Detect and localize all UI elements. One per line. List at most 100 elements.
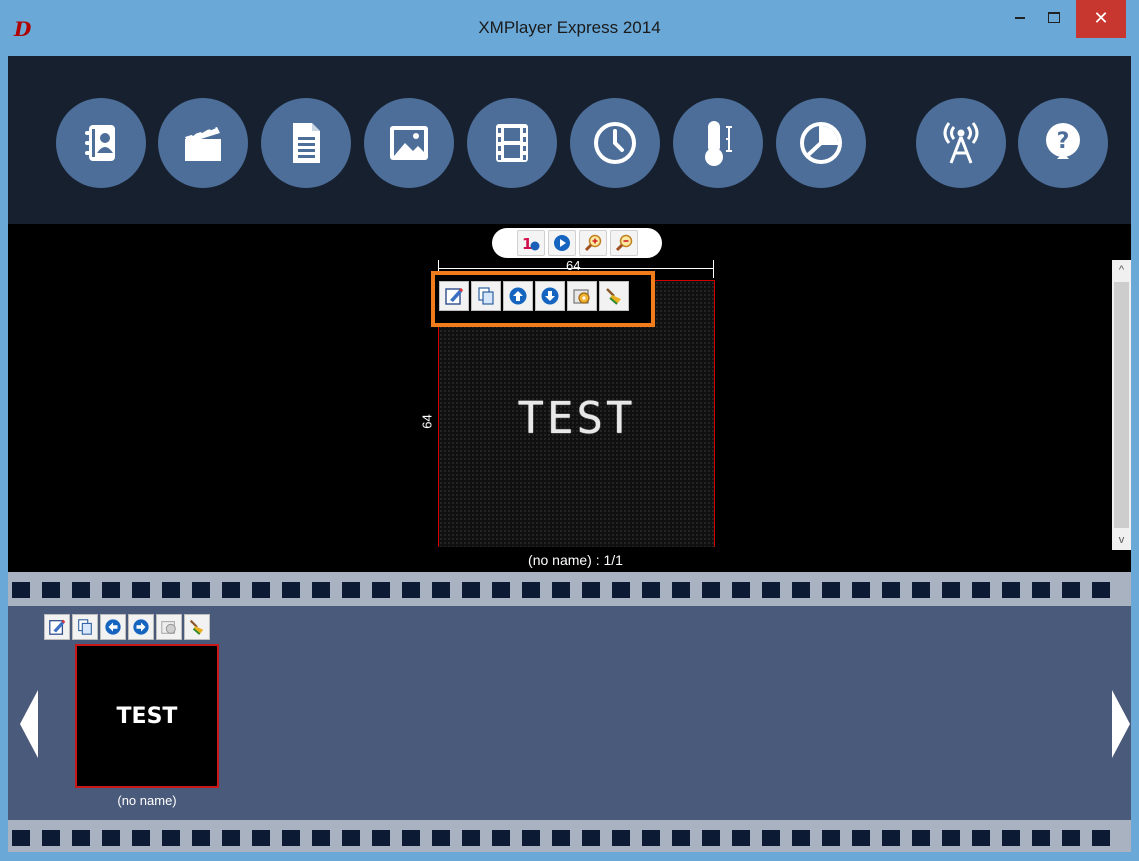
play-icon [553,235,570,251]
text-document-button[interactable] [261,98,351,188]
sprocket-strip-top [8,572,1131,606]
canvas-text[interactable]: TEST [439,393,714,444]
scroll-right-arrow-icon[interactable] [1112,690,1130,758]
main-toolbar: ? [8,56,1131,224]
clapperboard-icon [185,125,221,161]
sprocket-hole [312,582,330,598]
sprocket-hole [732,582,750,598]
sprocket-hole [702,830,720,846]
sprocket-hole [822,582,840,598]
sprocket-hole [642,582,660,598]
sprocket-hole [912,830,930,846]
frame-toolbar [439,281,629,311]
chart-button[interactable] [776,98,866,188]
sprocket-hole [372,830,390,846]
move-right-button[interactable] [128,614,154,640]
temperature-button[interactable] [673,98,763,188]
sprocket-hole [522,582,540,598]
zoom-out-button[interactable] [609,230,638,256]
sprocket-hole [1032,582,1050,598]
video-clip-button[interactable] [158,98,248,188]
sprocket-hole [1062,582,1080,598]
edit-button[interactable] [439,281,469,311]
editor-panel: 1 64 64 TEST (no name): 1/1 ^ v [8,224,1131,572]
sprocket-hole [612,830,630,846]
sprocket-hole [582,830,600,846]
sprocket-hole [102,582,120,598]
frame-thumbnail[interactable]: TEST [75,644,219,788]
ruler-tick-right [713,260,714,278]
thermometer-icon [705,121,732,166]
broadcast-antenna-icon [943,122,979,164]
thumb-properties-button[interactable] [156,614,182,640]
sprocket-hole [552,830,570,846]
thumb-clear-button[interactable] [184,614,210,640]
sprocket-hole [792,582,810,598]
properties-icon [161,621,176,634]
properties-icon [573,289,590,304]
help-button[interactable]: ? [1018,98,1108,188]
zoom-toolbar: 1 [492,228,662,258]
thumb-copy-button[interactable] [72,614,98,640]
scroll-left-arrow-icon[interactable] [20,690,38,758]
sprocket-hole [462,830,480,846]
scroll-down-icon[interactable]: v [1112,530,1131,550]
scroll-up-icon[interactable]: ^ [1112,260,1131,280]
move-down-button[interactable] [535,281,565,311]
close-button[interactable]: ✕ [1076,0,1126,38]
minimize-button[interactable] [1006,0,1034,38]
copy-button[interactable] [471,281,501,311]
broom-icon [606,288,621,305]
document-icon [293,123,320,163]
copy-icon [478,287,494,305]
title-bar[interactable]: D XMPlayer Express 2014 ✕ [0,0,1139,56]
sprocket-hole [972,830,990,846]
film-icon [496,124,528,162]
sprocket-hole [642,830,660,846]
sprocket-hole [1032,830,1050,846]
play-preview-button[interactable] [547,230,576,256]
sprocket-hole [852,830,870,846]
sprocket-hole [552,582,570,598]
arrow-right-icon [133,619,149,635]
zoom-in-button[interactable] [578,230,607,256]
contacts-icon [85,125,115,161]
arrow-left-icon [105,619,121,635]
sprocket-hole [252,582,270,598]
sprocket-hole [702,582,720,598]
sprocket-hole [402,830,420,846]
clear-button[interactable] [599,281,629,311]
movie-button[interactable] [467,98,557,188]
sprocket-hole [342,582,360,598]
move-left-button[interactable] [100,614,126,640]
sprocket-hole [612,582,630,598]
window-title: XMPlayer Express 2014 [478,18,661,37]
sprocket-hole [402,582,420,598]
scrollbar-thumb[interactable] [1114,282,1129,528]
sprocket-hole [882,582,900,598]
sprocket-hole [222,582,240,598]
page-indicator: (no name) : 1/1 [528,552,623,568]
move-up-button[interactable] [503,281,533,311]
broadcast-button[interactable] [916,98,1006,188]
window-border-right [1131,56,1139,861]
properties-button[interactable] [567,281,597,311]
sprocket-hole [762,582,780,598]
zoom-in-icon [584,234,601,252]
sprocket-hole [972,582,990,598]
contacts-button[interactable] [56,98,146,188]
vertical-scrollbar[interactable]: ^ v [1112,260,1131,550]
thumbnail-toolbar [44,614,210,640]
sprocket-hole [942,830,960,846]
sprocket-hole [1092,830,1110,846]
sprocket-hole [282,830,300,846]
sprocket-hole [1092,582,1110,598]
maximize-button[interactable] [1040,0,1068,38]
sprocket-hole [372,582,390,598]
sprocket-hole [42,582,60,598]
clock-button[interactable] [570,98,660,188]
picture-button[interactable] [364,98,454,188]
actual-size-button[interactable]: 1 [516,230,545,256]
thumb-edit-button[interactable] [44,614,70,640]
sprocket-hole [732,830,750,846]
